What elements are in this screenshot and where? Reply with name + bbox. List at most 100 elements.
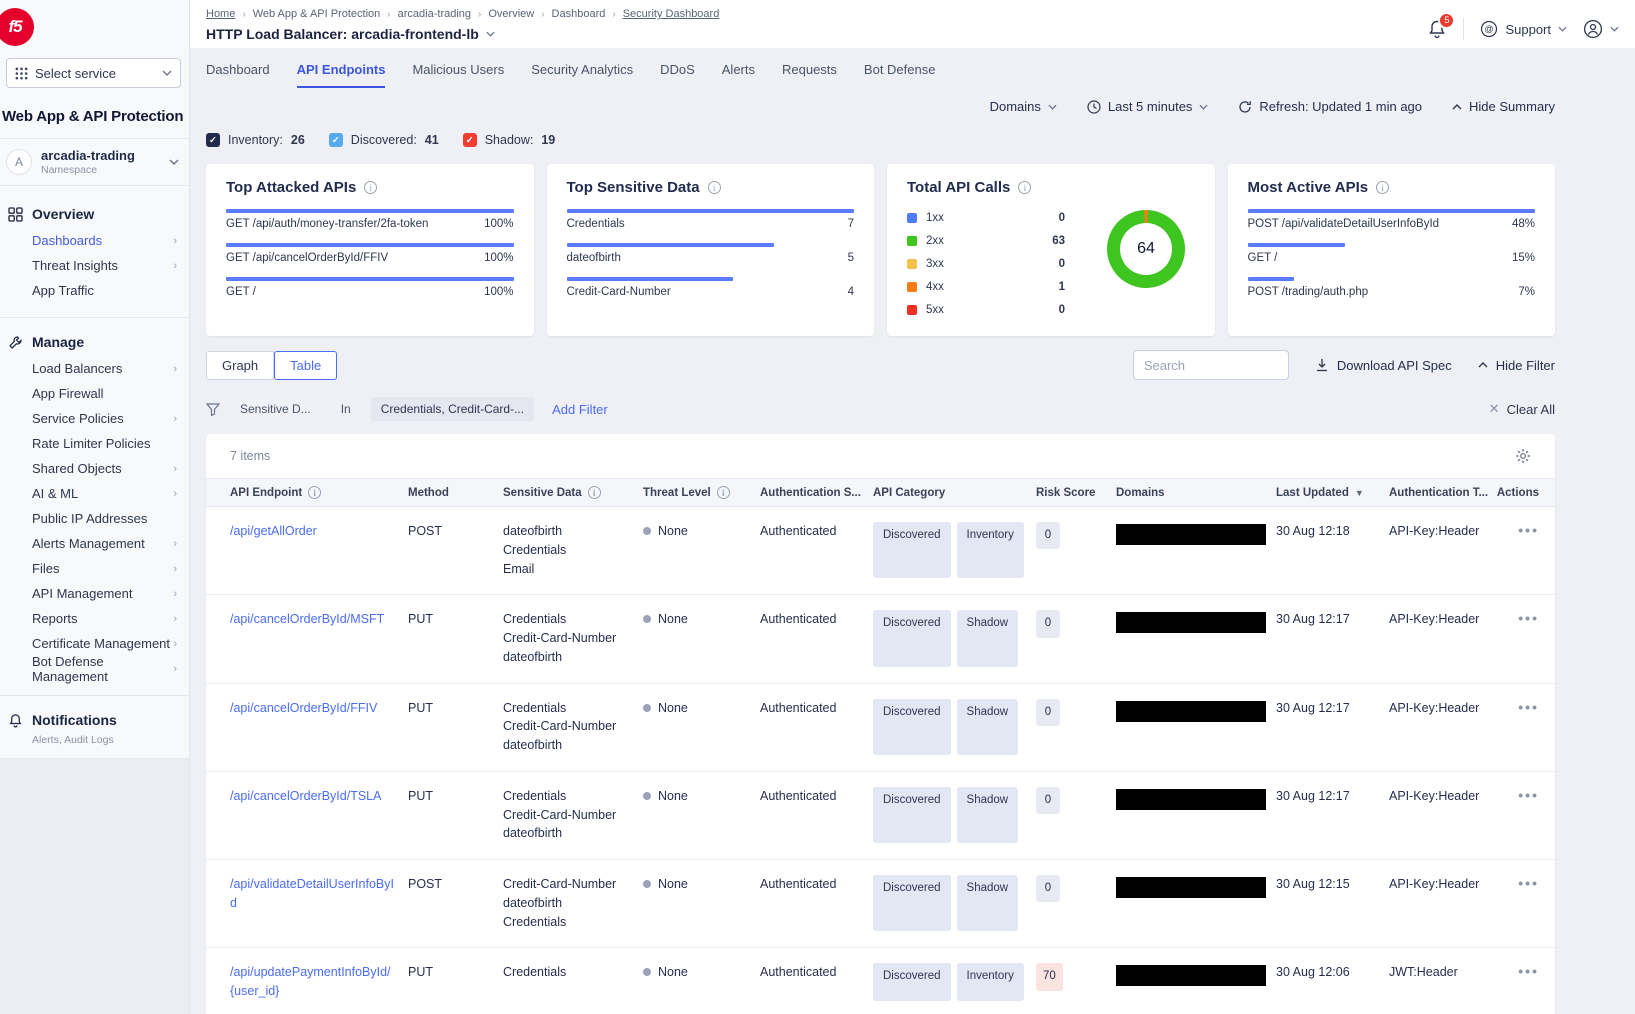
graph-toggle-button[interactable]: Graph [206, 351, 274, 380]
info-icon[interactable]: i [364, 181, 377, 194]
api-category-cell: DiscoveredShadow [873, 595, 1036, 682]
row-actions-menu-button[interactable]: ••• [1518, 787, 1539, 803]
column-header-last-updated[interactable]: Last Updated▼ [1276, 479, 1389, 506]
sidebar-item-public-ip-addresses[interactable]: Public IP Addresses [32, 506, 179, 531]
column-header-risk-score[interactable]: Risk Score [1036, 479, 1116, 506]
search-input[interactable] [1133, 350, 1289, 380]
sidebar-item-bot-defense-management[interactable]: Bot Defense Management› [32, 656, 179, 681]
account-menu[interactable] [1583, 19, 1619, 39]
api-endpoint-link[interactable]: /api/cancelOrderById/FFIV [230, 701, 377, 715]
sidebar-item-app-firewall[interactable]: App Firewall [32, 381, 179, 406]
breadcrumb-item-dashboard[interactable]: Dashboard [552, 8, 606, 20]
breadcrumb-item-overview[interactable]: Overview [488, 8, 534, 20]
filter-field-chip[interactable]: Sensitive D... [230, 397, 321, 421]
column-header-threat-level[interactable]: Threat Level i [643, 479, 760, 506]
row-actions-menu-button[interactable]: ••• [1518, 699, 1539, 715]
tab-ddos[interactable]: DDoS [660, 62, 695, 88]
sidebar-group-overview: OverviewDashboards›Threat Insights›App T… [0, 190, 189, 305]
column-header-method[interactable]: Method [408, 479, 503, 506]
column-label: Threat Level [643, 487, 711, 499]
sidebar-item-dashboards[interactable]: Dashboards› [32, 228, 179, 253]
column-header-actions[interactable]: Actions [1515, 479, 1555, 506]
column-header-api-category[interactable]: API Category [873, 479, 1036, 506]
row-actions-menu-button[interactable]: ••• [1518, 963, 1539, 979]
support-menu[interactable]: @ Support [1480, 20, 1567, 38]
shadow-checkbox[interactable]: ✓ [463, 133, 477, 147]
sidebar-item-reports[interactable]: Reports› [32, 606, 179, 631]
shadow-filter[interactable]: ✓Shadow: 19 [463, 133, 556, 147]
breadcrumb-item-web-app-api-protection[interactable]: Web App & API Protection [253, 8, 381, 20]
sensitive-data-cell: CredentialsCredit-Card-Numberdateofbirth [503, 595, 643, 682]
tab-dashboard[interactable]: Dashboard [206, 62, 270, 88]
hide-filter-button[interactable]: Hide Filter [1478, 358, 1555, 373]
api-endpoint-link[interactable]: /api/cancelOrderById/TSLA [230, 789, 381, 803]
sidebar-item-label: Threat Insights [32, 258, 173, 273]
tab-alerts[interactable]: Alerts [722, 62, 755, 88]
breadcrumb-item-arcadia-trading[interactable]: arcadia-trading [398, 8, 471, 20]
status-code-legend: 1xx02xx633xx04xx15xx0 [907, 206, 1065, 321]
sidebar-item-certificate-management[interactable]: Certificate Management› [32, 631, 179, 656]
namespace-selector[interactable]: A arcadia-trading Namespace [0, 138, 189, 186]
inventory-checkbox[interactable]: ✓ [206, 133, 220, 147]
inventory-filter[interactable]: ✓Inventory: 26 [206, 133, 305, 147]
hide-summary-button[interactable]: Hide Summary [1452, 99, 1555, 114]
column-header-api-endpoint[interactable]: API Endpointi [230, 479, 408, 506]
sidebar-item-files[interactable]: Files› [32, 556, 179, 581]
tab-malicious-users[interactable]: Malicious Users [412, 62, 504, 88]
refresh-button[interactable]: Refresh: Updated 1 min ago [1238, 99, 1422, 114]
info-icon[interactable]: i [588, 486, 601, 499]
sidebar-item-alerts-management[interactable]: Alerts Management› [32, 531, 179, 556]
sidebar-item-ai-ml[interactable]: AI & ML› [32, 481, 179, 506]
api-endpoint-link[interactable]: /api/cancelOrderById/MSFT [230, 612, 384, 626]
sidebar-item-app-traffic[interactable]: App Traffic [32, 278, 179, 303]
breadcrumb-item-security-dashboard[interactable]: Security Dashboard [623, 8, 720, 20]
info-icon[interactable]: i [1018, 181, 1031, 194]
notifications-bell-button[interactable]: 5 [1427, 19, 1447, 39]
breadcrumb-item-home[interactable]: Home [206, 8, 235, 20]
support-label: Support [1505, 22, 1551, 37]
sidebar-item-rate-limiter-policies[interactable]: Rate Limiter Policies [32, 431, 179, 456]
content-area: Domains Last 5 minutes Refresh: Updated … [190, 88, 1635, 1014]
api-endpoint-link[interactable]: /api/validateDetailUserInfoById [230, 877, 394, 910]
row-actions-menu-button[interactable]: ••• [1518, 875, 1539, 891]
column-header-sensitive-data[interactable]: Sensitive Datai [503, 479, 643, 506]
select-service-dropdown[interactable]: Select service [6, 58, 181, 88]
clear-all-button[interactable]: ✕ Clear All [1489, 401, 1555, 417]
sort-descending-icon[interactable]: ▼ [1355, 488, 1364, 498]
column-header-domains[interactable]: Domains [1116, 479, 1276, 506]
sidebar-item-load-balancers[interactable]: Load Balancers› [32, 356, 179, 381]
add-filter-button[interactable]: Add Filter [552, 402, 608, 417]
load-balancer-title-dropdown[interactable]: HTTP Load Balancer: arcadia-frontend-lb [206, 26, 719, 42]
api-endpoint-link[interactable]: /api/updatePaymentInfoById/{user_id} [230, 965, 391, 998]
tab-bot-defense[interactable]: Bot Defense [864, 62, 936, 88]
filter-operator-chip[interactable]: In [331, 397, 361, 421]
tab-security-analytics[interactable]: Security Analytics [531, 62, 633, 88]
row-actions-menu-button[interactable]: ••• [1518, 610, 1539, 626]
row-actions-menu-button[interactable]: ••• [1518, 522, 1539, 538]
sidebar-item-threat-insights[interactable]: Threat Insights› [32, 253, 179, 278]
api-endpoint-link[interactable]: /api/getAllOrder [230, 524, 317, 538]
sidebar-item-api-management[interactable]: API Management› [32, 581, 179, 606]
download-api-spec-button[interactable]: Download API Spec [1315, 358, 1452, 373]
filter-value-chip[interactable]: Credentials, Credit-Card-... [371, 397, 534, 421]
info-icon[interactable]: i [308, 486, 321, 499]
discovered-checkbox[interactable]: ✓ [329, 133, 343, 147]
domains-dropdown[interactable]: Domains [990, 99, 1057, 114]
sidebar-item-shared-objects[interactable]: Shared Objects› [32, 456, 179, 481]
info-icon[interactable]: i [708, 181, 721, 194]
column-header-authentication-s[interactable]: Authentication S... [760, 479, 873, 506]
time-range-dropdown[interactable]: Last 5 minutes [1087, 99, 1209, 114]
bar-value: 100% [484, 218, 513, 230]
sidebar-item-service-policies[interactable]: Service Policies› [32, 406, 179, 431]
discovered-filter[interactable]: ✓Discovered: 41 [329, 133, 439, 147]
bar-chart-item: dateofbirth5 [567, 243, 855, 264]
table-settings-gear-icon[interactable] [1515, 448, 1531, 464]
actions-cell: ••• [1515, 507, 1555, 594]
sensitive-data-item: Credentials [503, 787, 631, 806]
info-icon[interactable]: i [717, 486, 730, 499]
tab-api-endpoints[interactable]: API Endpoints [297, 62, 386, 88]
legend-swatch [907, 282, 917, 292]
table-toggle-button[interactable]: Table [274, 351, 337, 380]
tab-requests[interactable]: Requests [782, 62, 837, 88]
info-icon[interactable]: i [1376, 181, 1389, 194]
